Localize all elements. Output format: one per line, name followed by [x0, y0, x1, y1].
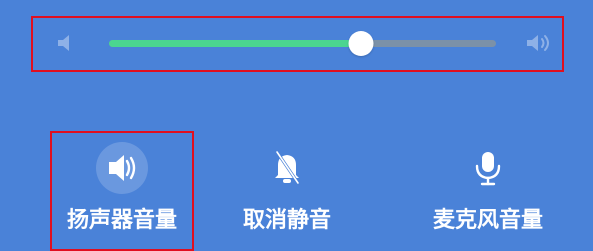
volume-slider[interactable] [109, 31, 496, 56]
mode-speaker[interactable]: 扬声器音量 [42, 142, 202, 238]
microphone-icon [462, 142, 514, 194]
volume-slider-thumb[interactable] [348, 31, 374, 56]
volume-low-icon [56, 31, 78, 55]
mode-label-speaker: 扬声器音量 [66, 208, 177, 233]
volume-high-icon [525, 31, 553, 55]
mode-mic[interactable]: 麦克风音量 [408, 142, 568, 238]
bell-muted-icon [261, 142, 313, 194]
mode-unmute[interactable]: 取消静音 [207, 142, 367, 238]
speaker-icon [96, 142, 148, 194]
mode-label-unmute: 取消静音 [242, 208, 331, 233]
mode-label-mic: 麦克风音量 [432, 208, 543, 233]
volume-slider-fill [109, 40, 361, 47]
